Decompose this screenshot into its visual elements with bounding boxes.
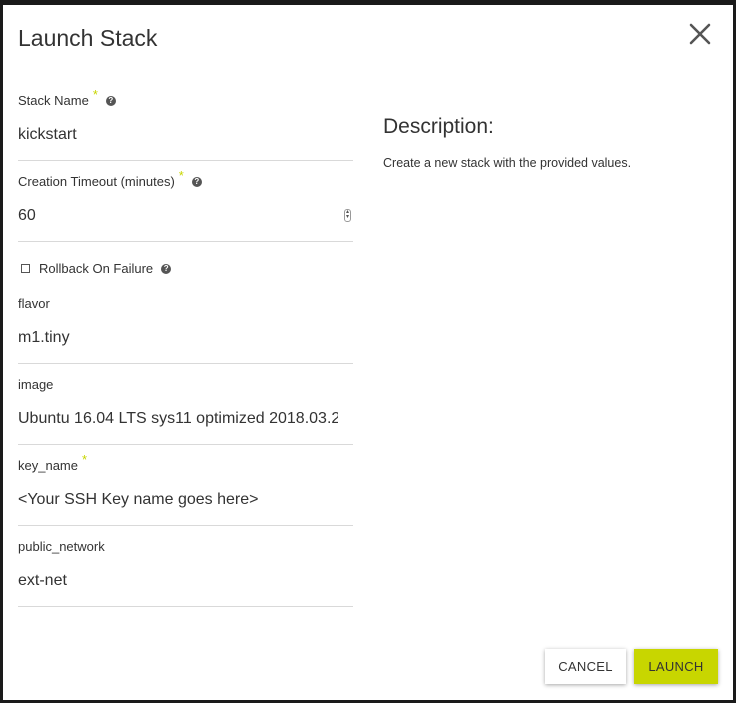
close-icon[interactable] [687, 21, 713, 47]
rollback-on-failure-row: Rollback On Failure ? [21, 261, 172, 276]
creation-timeout-field: Creation Timeout (minutes) * ? ▴▾ [18, 168, 353, 242]
image-field: image [18, 377, 353, 445]
required-marker: * [92, 87, 98, 102]
rollback-on-failure-label: Rollback On Failure [39, 261, 154, 276]
help-icon[interactable]: ? [105, 96, 116, 106]
dialog-title: Launch Stack [18, 25, 158, 51]
cancel-button[interactable]: CANCEL [545, 649, 626, 684]
rollback-on-failure-checkbox[interactable] [21, 264, 30, 273]
help-icon[interactable]: ? [161, 263, 172, 274]
required-marker: * [178, 168, 184, 183]
flavor-label: flavor [18, 296, 50, 311]
number-spinner-icon[interactable]: ▴ ▾ [344, 209, 351, 222]
public-network-input[interactable] [18, 569, 338, 593]
launch-button[interactable]: LAUNCH [634, 649, 718, 684]
key-name-label: key_name [18, 458, 78, 473]
image-input[interactable] [18, 407, 338, 431]
description-text: Create a new stack with the provided val… [383, 156, 632, 170]
public-network-label: public_network [18, 539, 105, 554]
key-name-input[interactable] [18, 488, 338, 512]
stack-name-field: Stack Name * ? [18, 87, 353, 161]
creation-timeout-label: Creation Timeout (minutes) [18, 174, 175, 189]
flavor-field: flavor [18, 296, 353, 364]
flavor-input[interactable] [18, 326, 338, 350]
key-name-field: key_name * [18, 452, 353, 526]
stack-name-input[interactable] [18, 123, 338, 147]
description-heading: Description: [383, 115, 494, 138]
help-icon[interactable]: ? [191, 177, 202, 187]
stack-name-label: Stack Name [18, 93, 89, 108]
creation-timeout-input[interactable] [18, 204, 338, 228]
image-label: image [18, 377, 54, 392]
public-network-field: public_network [18, 539, 353, 607]
launch-stack-dialog: Launch Stack Stack Name * ? Creation Tim… [3, 5, 733, 700]
required-marker: * [81, 452, 88, 467]
